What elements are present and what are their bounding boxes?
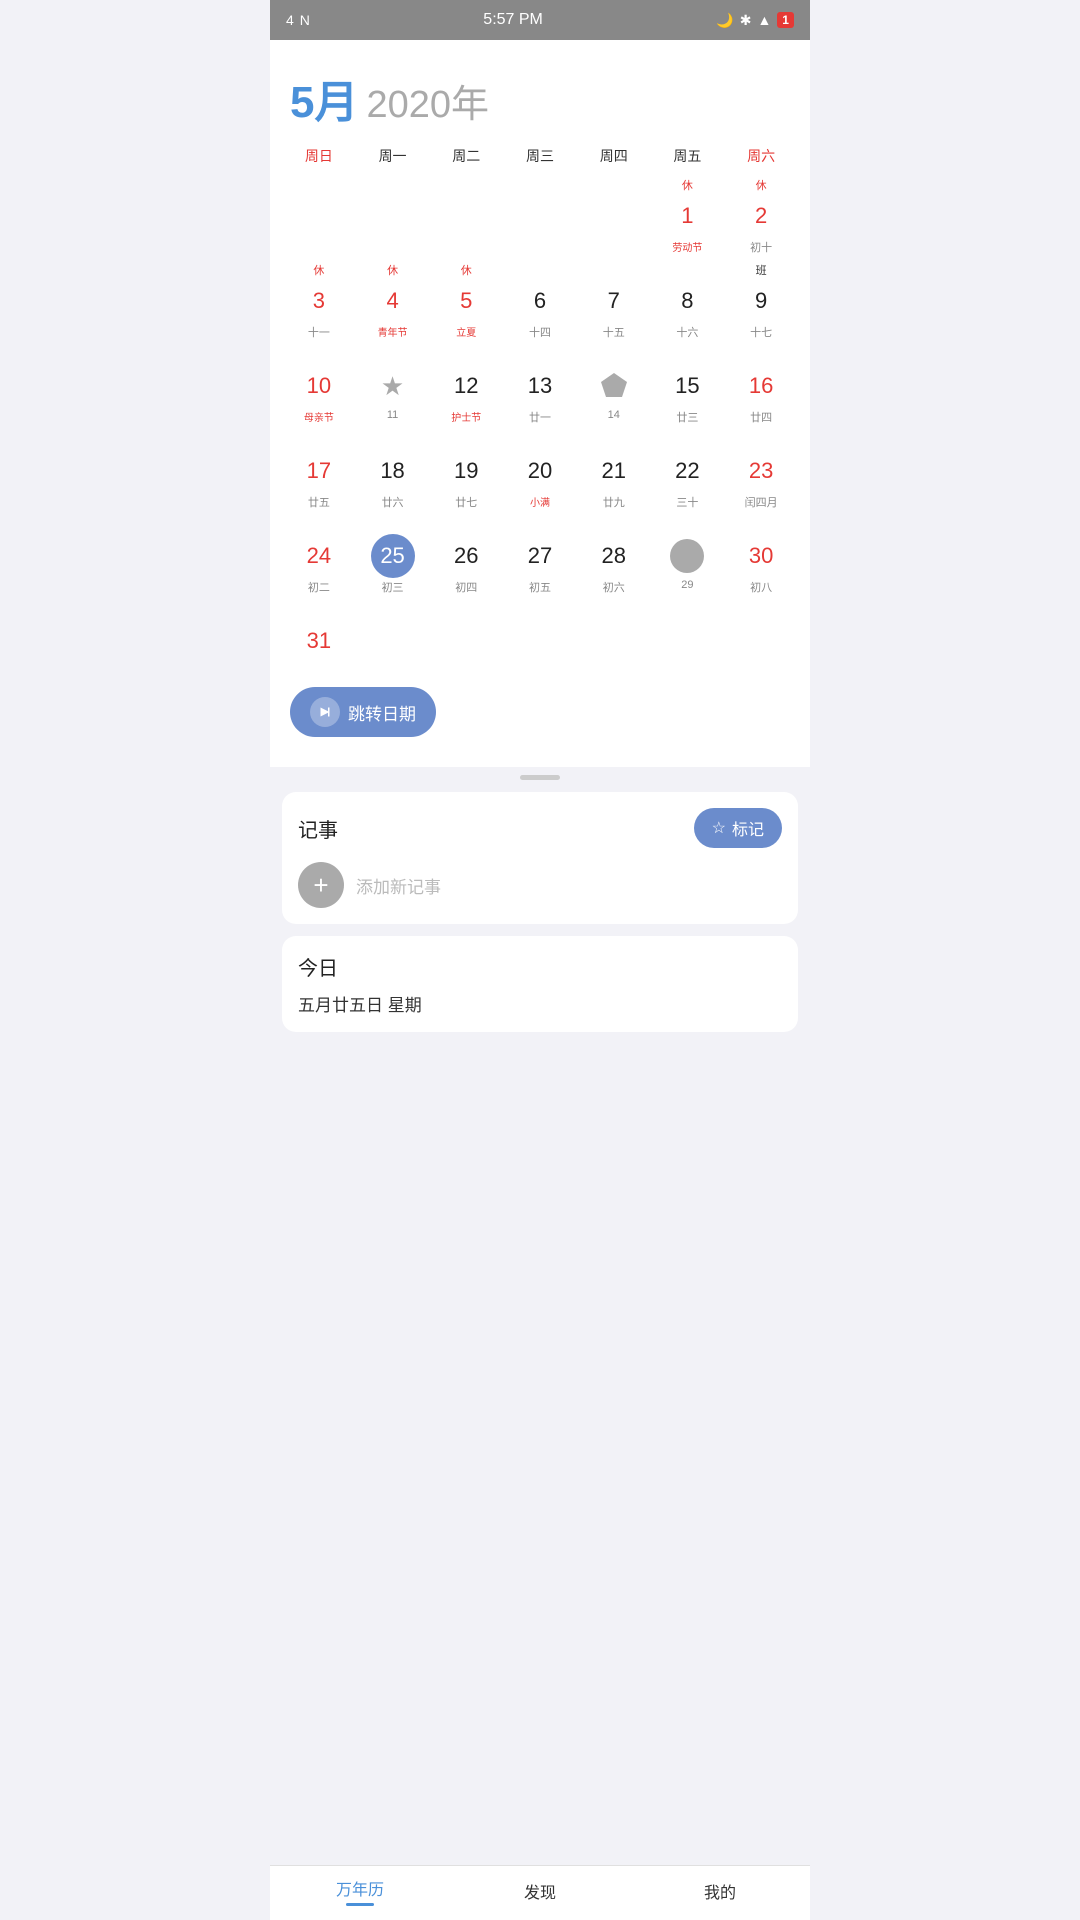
tab-wannianli[interactable]: 万年历 <box>270 1876 450 1906</box>
day-27[interactable]: 27 初五 <box>503 514 577 599</box>
day-19[interactable]: 19 廿七 <box>429 429 503 514</box>
note-title: 记事 <box>298 814 338 843</box>
empty-cell <box>577 174 651 259</box>
pentagon-icon <box>592 364 636 408</box>
empty-cell <box>724 599 798 671</box>
tab-faxian-label: 发现 <box>524 1879 556 1903</box>
weekday-fri: 周五 <box>651 142 725 170</box>
calendar-container: 5月 2020年 周日 周一 周二 周三 周四 周五 周六 休 1 劳动节 休 … <box>270 40 810 767</box>
calendar-grid: 休 1 劳动节 休 2 初十 休 3 十一 休 4 青年节 休 5 立夏 6 十… <box>282 174 798 671</box>
day-9[interactable]: 班 9 十七 <box>724 259 798 344</box>
add-note-placeholder[interactable]: 添加新记事 <box>356 873 441 898</box>
tab-faxian[interactable]: 发现 <box>450 1879 630 1903</box>
day-1[interactable]: 休 1 劳动节 <box>651 174 725 259</box>
star-tag-icon: ☆ <box>712 818 726 838</box>
status-right: 🌙 ✱ ▲ 1 <box>716 12 794 29</box>
day-2[interactable]: 休 2 初十 <box>724 174 798 259</box>
circle-icon <box>665 534 709 578</box>
day-20[interactable]: 20 小满 <box>503 429 577 514</box>
weekday-thu: 周四 <box>577 142 651 170</box>
empty-cell <box>651 599 725 671</box>
jump-btn-label: 跳转日期 <box>348 700 416 725</box>
add-note-button[interactable]: + <box>298 862 344 908</box>
tab-bar: 万年历 发现 我的 <box>270 1865 810 1920</box>
tag-label: 标记 <box>732 816 764 840</box>
day-16[interactable]: 16 廿四 <box>724 344 798 429</box>
tag-button[interactable]: ☆ 标记 <box>694 808 782 848</box>
add-note-row: + 添加新记事 <box>298 862 782 908</box>
weekday-tue: 周二 <box>429 142 503 170</box>
day-10[interactable]: 10 母亲节 <box>282 344 356 429</box>
note-card: 记事 ☆ 标记 + 添加新记事 <box>282 792 798 924</box>
n-icon: N <box>300 12 310 28</box>
day-25[interactable]: 25 初三 <box>356 514 430 599</box>
day-14[interactable]: 14 <box>577 344 651 429</box>
day-4[interactable]: 休 4 青年节 <box>356 259 430 344</box>
weekday-sat: 周六 <box>724 142 798 170</box>
weekday-wed: 周三 <box>503 142 577 170</box>
wifi-icon: ▲ <box>757 12 771 28</box>
empty-cell <box>503 174 577 259</box>
sheet-handle <box>520 775 560 780</box>
day-17[interactable]: 17 廿五 <box>282 429 356 514</box>
day-6[interactable]: 6 十四 <box>503 259 577 344</box>
empty-cell <box>429 599 503 671</box>
month-year-header: 5月 2020年 <box>282 56 798 142</box>
today-title: 今日 <box>298 952 782 981</box>
day-21[interactable]: 21 廿九 <box>577 429 651 514</box>
day-7[interactable]: 7 十五 <box>577 259 651 344</box>
month-label: 5月 <box>290 66 358 130</box>
day-5[interactable]: 休 5 立夏 <box>429 259 503 344</box>
jump-icon <box>310 697 340 727</box>
empty-cell <box>503 599 577 671</box>
star-icon: ★ <box>371 364 415 408</box>
battery-icon: 1 <box>777 12 794 28</box>
tab-wannianli-label: 万年历 <box>336 1876 384 1900</box>
day-8[interactable]: 8 十六 <box>651 259 725 344</box>
day-12[interactable]: 12 护士节 <box>429 344 503 429</box>
day-18[interactable]: 18 廿六 <box>356 429 430 514</box>
bluetooth-icon: ✱ <box>740 12 752 29</box>
day-15[interactable]: 15 廿三 <box>651 344 725 429</box>
empty-cell <box>282 174 356 259</box>
note-card-header: 记事 ☆ 标记 <box>298 808 782 848</box>
status-left: 4 N <box>286 12 310 28</box>
day-23[interactable]: 23 闰四月 <box>724 429 798 514</box>
day-29[interactable]: 29 <box>651 514 725 599</box>
empty-cell <box>356 174 430 259</box>
status-bar: 4 N 5:57 PM 🌙 ✱ ▲ 1 <box>270 0 810 40</box>
day-26[interactable]: 26 初四 <box>429 514 503 599</box>
day-31[interactable]: 31 <box>282 599 356 671</box>
status-time: 5:57 PM <box>483 11 543 29</box>
bottom-sheet: 记事 ☆ 标记 + 添加新记事 今日 五月廿五日 星期 <box>270 775 810 1042</box>
empty-cell <box>577 599 651 671</box>
day-24[interactable]: 24 初二 <box>282 514 356 599</box>
jump-to-date-button[interactable]: 跳转日期 <box>290 687 436 737</box>
day-13[interactable]: 13 廿一 <box>503 344 577 429</box>
weekday-mon: 周一 <box>356 142 430 170</box>
empty-cell <box>356 599 430 671</box>
year-label: 2020年 <box>366 73 489 128</box>
tab-wode-label: 我的 <box>704 1879 736 1903</box>
moon-icon: 🌙 <box>716 12 733 29</box>
day-22[interactable]: 22 三十 <box>651 429 725 514</box>
today-sub: 五月廿五日 星期 <box>298 991 782 1016</box>
today-card: 今日 五月廿五日 星期 <box>282 936 798 1032</box>
weekday-row: 周日 周一 周二 周三 周四 周五 周六 <box>282 142 798 170</box>
day-30[interactable]: 30 初八 <box>724 514 798 599</box>
day-3[interactable]: 休 3 十一 <box>282 259 356 344</box>
tab-wode[interactable]: 我的 <box>630 1879 810 1903</box>
day-11[interactable]: ★ 11 <box>356 344 430 429</box>
today-date-text: 五月廿五日 星期 <box>298 991 422 1016</box>
weekday-sun: 周日 <box>282 142 356 170</box>
notification-badge: 4 <box>286 12 294 28</box>
empty-cell <box>429 174 503 259</box>
day-28[interactable]: 28 初六 <box>577 514 651 599</box>
